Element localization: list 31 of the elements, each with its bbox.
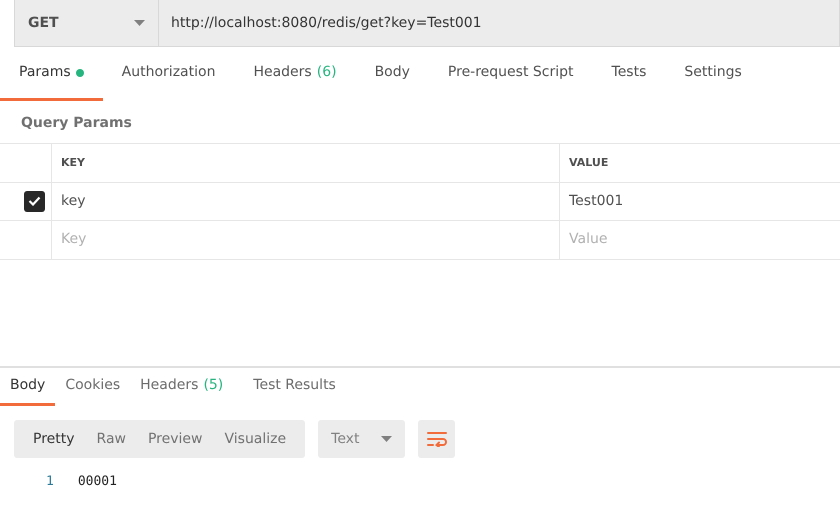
request-tab[interactable]: Tests bbox=[592, 47, 666, 101]
response-tab[interactable]: Body bbox=[0, 368, 56, 406]
url-text[interactable]: http://localhost:8080/redis/get?key=Test001 bbox=[159, 12, 494, 34]
wrap-lines-button[interactable] bbox=[418, 420, 456, 458]
request-tab[interactable]: Pre-request Script bbox=[428, 47, 593, 101]
caret-icon bbox=[134, 20, 145, 26]
view-mode-button[interactable]: Preview bbox=[136, 420, 214, 458]
checkbox[interactable] bbox=[24, 190, 45, 212]
request-tab[interactable]: Body bbox=[356, 47, 429, 101]
table-cell: key bbox=[52, 182, 560, 220]
request-tab[interactable]: Headers (6) bbox=[234, 47, 356, 101]
wrap-lines-icon bbox=[426, 431, 447, 447]
checkmark-icon bbox=[28, 196, 41, 206]
column-header: VALUE bbox=[568, 154, 610, 170]
method-dropdown[interactable]: GET bbox=[15, 0, 159, 46]
request-tab[interactable]: Authorization bbox=[102, 47, 234, 101]
table-cell-text: Test001 bbox=[568, 192, 624, 211]
column-header: KEY bbox=[52, 144, 560, 182]
response-tab[interactable]: Test Results bbox=[243, 368, 346, 406]
status-dot-icon bbox=[76, 68, 84, 76]
code-text: 00001 bbox=[78, 473, 117, 491]
view-mode-button[interactable]: Pretty bbox=[22, 420, 86, 458]
section-title: Query Params bbox=[20, 114, 133, 133]
response-tab[interactable]: Cookies bbox=[55, 368, 130, 406]
view-mode-button[interactable]: Visualize bbox=[213, 420, 298, 458]
request-tab[interactable]: Settings bbox=[665, 47, 761, 101]
caret-icon bbox=[381, 436, 392, 442]
response-tab[interactable]: Headers (5) bbox=[130, 368, 234, 406]
view-mode-button[interactable]: Raw bbox=[86, 420, 137, 458]
line-number: 1 bbox=[46, 473, 54, 491]
request-tab[interactable]: Params bbox=[0, 47, 103, 101]
